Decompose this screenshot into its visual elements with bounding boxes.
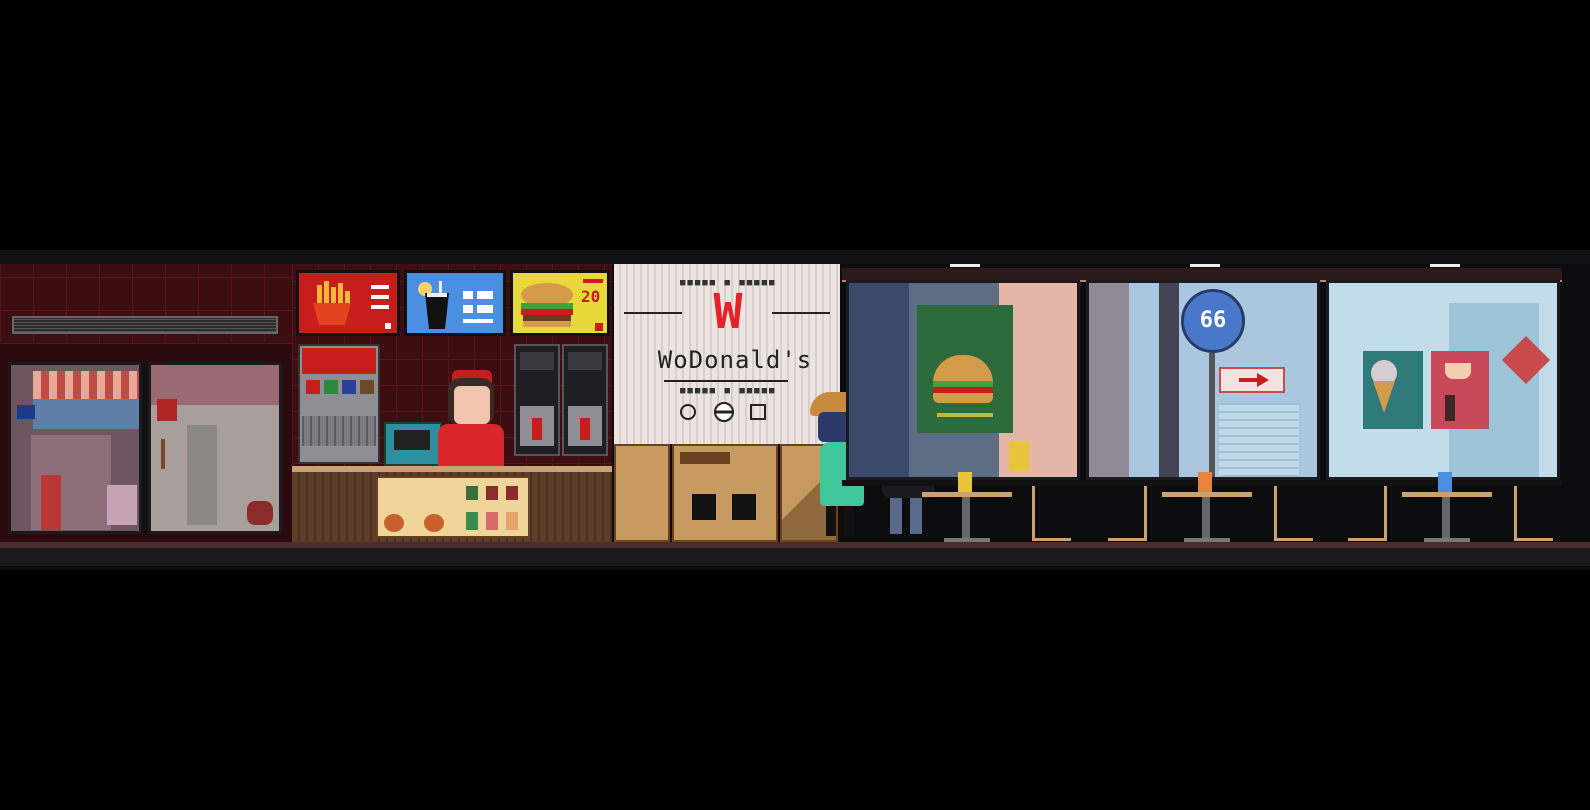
window-pane-2: 66 <box>1086 280 1320 480</box>
window-pane-1 <box>846 280 1080 480</box>
dining-table[interactable] <box>1402 472 1492 548</box>
ceiling <box>0 250 1590 264</box>
bus-stop-sign: 66 <box>1181 289 1245 353</box>
logo-deco-line-right <box>772 312 830 314</box>
menu-board-fries <box>296 270 400 336</box>
ceiling-light <box>950 264 980 267</box>
wood-cabinet <box>672 444 778 542</box>
fries-icon <box>313 281 351 325</box>
logo-icons <box>680 400 780 426</box>
floor <box>0 548 1590 566</box>
menu-board-burger: 20 <box>510 270 610 336</box>
dining-table[interactable] <box>1162 472 1252 548</box>
chair[interactable] <box>1274 486 1313 541</box>
coffee-icon <box>1445 363 1471 379</box>
soda-cup-icon <box>418 281 449 329</box>
logo-deco-line-left <box>624 312 682 314</box>
arrow-right-icon <box>1239 373 1269 387</box>
entrance-door-right[interactable] <box>148 362 282 534</box>
ceiling-light <box>1190 264 1220 267</box>
soda-fountain <box>298 344 380 464</box>
brand-name: WoDonald's <box>657 346 813 374</box>
menu-price: 20 <box>581 287 601 306</box>
chair[interactable] <box>1032 486 1071 541</box>
air-vent <box>12 316 278 334</box>
ceiling-light <box>1430 264 1460 267</box>
coffee-machine <box>514 344 560 456</box>
brand-logo-letter: W <box>713 284 743 340</box>
ice-cream-poster <box>1363 351 1423 429</box>
chair[interactable] <box>1348 486 1387 541</box>
coffee-poster <box>1431 351 1489 429</box>
chair[interactable] <box>1514 486 1553 541</box>
chair[interactable] <box>1108 486 1147 541</box>
cashier-npc[interactable] <box>430 368 510 468</box>
logo-deco-bottom: ■■■■■ ■ ■■■■■ <box>680 386 777 396</box>
dining-table[interactable] <box>922 472 1012 548</box>
entrance-door-left[interactable] <box>8 362 142 534</box>
entrance-wall <box>0 264 292 542</box>
coffee-machine <box>562 344 608 456</box>
wood-cabinet <box>614 444 670 542</box>
burger-icon <box>521 283 573 327</box>
logo-underline <box>664 380 788 382</box>
menu-board-drink <box>404 270 506 336</box>
ice-cream-icon <box>1371 360 1397 413</box>
window-pane-3 <box>1326 280 1560 480</box>
game-scene: 20 ■■■■■ ■ ■■■■■ W WoDonald's ■■■■■ ■ ■■… <box>0 250 1590 570</box>
food-display-case <box>376 476 530 538</box>
burger-poster <box>917 305 1013 433</box>
